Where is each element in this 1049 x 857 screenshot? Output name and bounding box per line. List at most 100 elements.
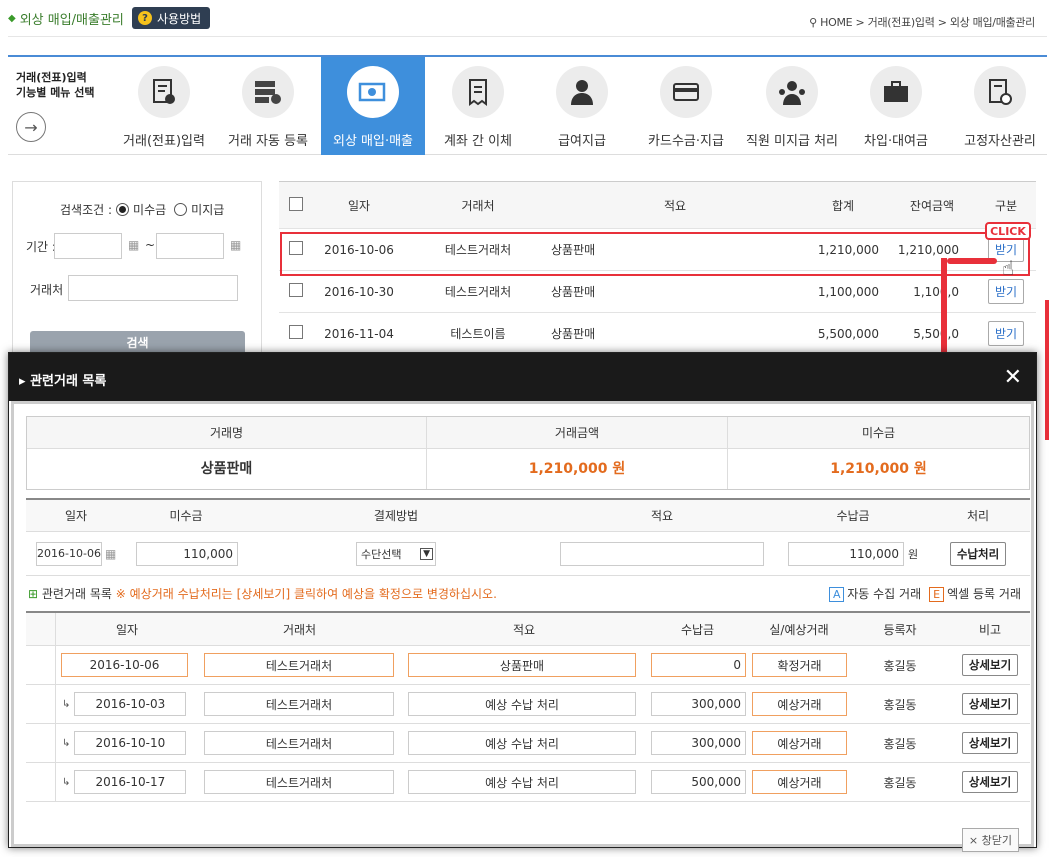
header-total: 합계 bbox=[831, 198, 855, 213]
detail-memo-field[interactable]: 상품판매 bbox=[408, 653, 636, 677]
radio-unpayable-label: 미지급 bbox=[191, 203, 225, 217]
detail-amount-field[interactable]: 300,000 bbox=[651, 692, 746, 716]
memo-input[interactable] bbox=[560, 541, 764, 566]
search-condition: 검색조건 : 미수금 미지급 bbox=[60, 201, 224, 218]
menu-item-auto-register[interactable]: 거래 자동 등록 bbox=[216, 57, 320, 155]
detail-view-button[interactable]: 상세보기 bbox=[961, 732, 1019, 754]
table-row[interactable]: 2016-11-04 테스트이름 상품판매 5,500,000 5,500,0 … bbox=[279, 313, 1036, 355]
detail-date-field[interactable]: 2016-10-03 bbox=[74, 692, 187, 716]
cash-icon bbox=[347, 66, 399, 118]
client-input[interactable] bbox=[68, 275, 238, 301]
detail-client-field[interactable]: 테스트거래처 bbox=[204, 731, 394, 755]
detail-type-field[interactable]: 예상거래 bbox=[752, 692, 847, 716]
row-total: 5,500,000 bbox=[817, 326, 879, 341]
row-date: 2016-11-04 bbox=[324, 326, 394, 341]
period-start-input[interactable] bbox=[54, 233, 122, 259]
close-window-button[interactable]: × 창닫기 bbox=[961, 828, 1019, 852]
detail-memo-field[interactable]: 예상 수납 처리 bbox=[408, 731, 636, 755]
menu-item-label: 차입·대여금 bbox=[864, 134, 928, 149]
detail-row: 2016-10-06 테스트거래처 상품판매 0 확정거래 홍길동 상세보기 bbox=[26, 646, 1030, 685]
process-payment-button[interactable]: 수납처리 bbox=[949, 541, 1007, 566]
row-checkbox[interactable] bbox=[289, 283, 303, 297]
unpaid-input[interactable]: 110,000 bbox=[136, 541, 238, 566]
calendar-icon[interactable]: ▦ bbox=[105, 547, 116, 561]
select-all-checkbox[interactable] bbox=[289, 196, 303, 211]
form-header-unpaid: 미수금 bbox=[169, 509, 203, 523]
calendar-icon[interactable]: ▦ bbox=[230, 238, 241, 252]
arrow-right-icon[interactable]: → bbox=[16, 112, 46, 142]
payment-form: 일자 미수금 결제방법 적요 수납금 처리 2016-10-06 ▦ 110,00… bbox=[26, 498, 1030, 576]
table-row[interactable]: 2016-10-30 테스트거래처 상품판매 1,100,000 1,100,0… bbox=[279, 271, 1036, 313]
detail-amount-field[interactable]: 500,000 bbox=[651, 770, 746, 794]
menu-item-transaction-entry[interactable]: 거래(전표)입력 bbox=[112, 57, 216, 155]
summary-header-name: 거래명 bbox=[27, 416, 427, 449]
annotation-line bbox=[941, 258, 947, 358]
row-remain: 1,100,0 bbox=[913, 284, 959, 299]
location-pin-icon: ⚲ bbox=[809, 16, 821, 29]
detail-header-note: 비고 bbox=[978, 622, 1002, 637]
document-edit-icon bbox=[138, 66, 190, 118]
modal-title: ▸ 관련거래 목록 bbox=[19, 370, 106, 389]
detail-type-field[interactable]: 확정거래 bbox=[752, 653, 847, 677]
breadcrumb: ⚲ HOME > 거래(전표)입력 > 외상 매입/매출관리 bbox=[809, 14, 1035, 30]
header-memo: 적요 bbox=[663, 198, 687, 213]
menu-item-credit-sales[interactable]: 외상 매입·매출 bbox=[321, 57, 425, 155]
period-end-input[interactable] bbox=[156, 233, 224, 259]
breadcrumb-text: HOME > 거래(전표)입력 > 외상 매입/매출관리 bbox=[820, 16, 1035, 29]
menu-item-card-payment[interactable]: 카드수금·지급 bbox=[634, 57, 738, 155]
page-title: ◆ 외상 매입/매출관리 bbox=[8, 9, 124, 28]
detail-date-field[interactable]: 2016-10-17 bbox=[74, 770, 187, 794]
menu-item-account-transfer[interactable]: 계좌 간 이체 bbox=[426, 57, 530, 155]
detail-user: 홍길동 bbox=[883, 775, 917, 790]
client-label: 거래처 : bbox=[30, 283, 71, 297]
detail-view-button[interactable]: 상세보기 bbox=[961, 693, 1019, 715]
form-header: 일자 미수금 결제방법 적요 수납금 처리 bbox=[26, 500, 1030, 532]
pointer-hand-icon: ☝ bbox=[1002, 256, 1015, 280]
detail-memo-field[interactable]: 예상 수납 처리 bbox=[408, 692, 636, 716]
menu-item-label: 외상 매입·매출 bbox=[332, 134, 414, 149]
detail-type-field[interactable]: 예상거래 bbox=[752, 731, 847, 755]
row-client: 테스트이름 bbox=[450, 327, 506, 341]
divider bbox=[8, 36, 1047, 37]
menu-intro-line1: 거래(전표)입력 bbox=[16, 71, 87, 84]
click-badge: CLICK bbox=[985, 222, 1031, 240]
calendar-icon[interactable]: ▦ bbox=[128, 238, 139, 252]
detail-client-field[interactable]: 테스트거래처 bbox=[204, 770, 394, 794]
help-label: 사용방법 bbox=[157, 11, 202, 26]
row-checkbox[interactable] bbox=[289, 325, 303, 339]
form-header-date: 일자 bbox=[64, 509, 88, 523]
close-window-label: 창닫기 bbox=[981, 834, 1012, 847]
receive-button[interactable]: 받기 bbox=[987, 279, 1025, 304]
detail-client-field[interactable]: 테스트거래처 bbox=[204, 692, 394, 716]
payment-date-input[interactable]: 2016-10-06 bbox=[36, 541, 102, 566]
detail-header: 일자 거래처 적요 수납금 실/예상거래 등록자 비고 bbox=[26, 613, 1030, 646]
related-transactions-modal: ▸ 관련거래 목록 ✕ 거래명 거래금액 미수금 상품판매 1,210,000 … bbox=[8, 352, 1037, 852]
header-client: 거래처 bbox=[461, 198, 495, 213]
radio-unpayable[interactable] bbox=[174, 203, 188, 216]
detail-date-field[interactable]: 2016-10-10 bbox=[74, 731, 187, 755]
detail-date-field[interactable]: 2016-10-06 bbox=[61, 653, 188, 677]
radio-unpaid[interactable] bbox=[116, 203, 130, 216]
menu-item-fixed-assets[interactable]: 고정자산관리 bbox=[948, 57, 1049, 155]
modal-header: ▸ 관련거래 목록 ✕ bbox=[9, 353, 1036, 401]
table-header: 일자 거래처 적요 합계 잔여금액 구분 bbox=[279, 182, 1036, 229]
summary-name: 상품판매 bbox=[27, 449, 427, 489]
detail-view-button[interactable]: 상세보기 bbox=[961, 771, 1019, 793]
detail-amount-field[interactable]: 0 bbox=[651, 653, 746, 677]
detail-client-field[interactable]: 테스트거래처 bbox=[204, 653, 394, 677]
menu-item-employee-unpaid[interactable]: 직원 미지급 처리 bbox=[738, 57, 846, 155]
form-header-process: 처리 bbox=[966, 509, 990, 523]
menu-item-salary[interactable]: 급여지급 bbox=[530, 57, 634, 155]
detail-memo-field[interactable]: 예상 수납 처리 bbox=[408, 770, 636, 794]
menu-item-loan[interactable]: 차입·대여금 bbox=[844, 57, 948, 155]
receive-button[interactable]: 받기 bbox=[987, 321, 1025, 346]
detail-amount-field[interactable]: 300,000 bbox=[651, 731, 746, 755]
help-button[interactable]: ? 사용방법 bbox=[132, 7, 211, 29]
payment-method-select[interactable]: 수단선택 ▼ bbox=[356, 541, 436, 566]
detail-view-button[interactable]: 상세보기 bbox=[961, 654, 1019, 676]
legend: A 자동 수집 거래 E 엑셀 등록 거래 bbox=[829, 585, 1021, 602]
detail-user: 홍길동 bbox=[883, 736, 917, 751]
payment-amount-input[interactable]: 110,000 bbox=[788, 541, 904, 566]
close-icon[interactable]: ✕ bbox=[1004, 365, 1022, 390]
detail-type-field[interactable]: 예상거래 bbox=[752, 770, 847, 794]
